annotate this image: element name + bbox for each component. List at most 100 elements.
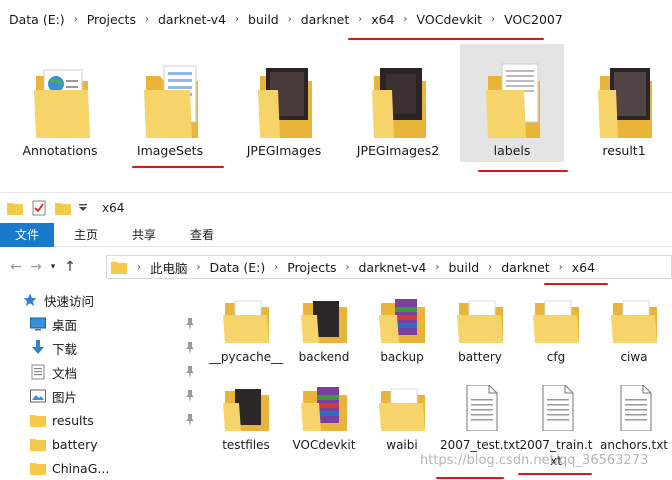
address-segment[interactable]: darknet-v4 xyxy=(355,260,429,275)
folder-item[interactable]: cfg xyxy=(516,297,596,387)
ribbon-tabs: 文件 主页 共享 查看 xyxy=(0,223,672,247)
chevron-right-icon[interactable]: › xyxy=(485,14,501,25)
chevron-right-icon[interactable]: › xyxy=(352,14,368,25)
sidebar-item-label: 图片 xyxy=(52,389,78,405)
breadcrumb-segment[interactable]: Projects xyxy=(84,12,139,27)
sidebar-item[interactable]: 图片 xyxy=(30,385,200,407)
file-label: testfiles xyxy=(222,438,270,452)
folder-icon xyxy=(223,300,269,343)
chevron-right-icon[interactable]: › xyxy=(139,14,155,25)
window-title: x64 xyxy=(102,201,125,215)
breadcrumb[interactable]: Data (E:) › Projects › darknet-v4 › build › dark… xyxy=(0,0,672,38)
new-folder-icon[interactable] xyxy=(54,199,72,217)
file-label: __pycache__ xyxy=(208,350,284,364)
folder-icon xyxy=(372,68,426,138)
chevron-right-icon[interactable]: › xyxy=(131,262,147,273)
chevron-right-icon[interactable]: › xyxy=(339,262,355,273)
breadcrumb-segment[interactable]: Data (E:) xyxy=(6,12,68,27)
sidebar-item[interactable]: 桌面 xyxy=(30,313,200,335)
sidebar-item[interactable]: 下载 xyxy=(30,337,200,359)
watermark: https://blog.csdn.net/qq_36563273 xyxy=(420,453,649,468)
folder-label: labels xyxy=(493,143,531,158)
chevron-right-icon[interactable]: › xyxy=(191,262,207,273)
address-segment[interactable]: build xyxy=(446,260,483,275)
sidebar-item[interactable]: 文档 xyxy=(30,361,200,383)
folder-item[interactable]: testfiles xyxy=(206,385,286,475)
folder-annotations[interactable]: Annotations xyxy=(8,44,112,162)
address-segment[interactable]: 此电脑 xyxy=(147,258,191,277)
breadcrumb-segment[interactable]: darknet-v4 xyxy=(155,12,229,27)
file-label: VOCdevkit xyxy=(292,438,356,452)
recent-locations-chevron-icon[interactable]: ▾ xyxy=(46,262,60,272)
address-segment[interactable]: Projects xyxy=(284,260,339,275)
sidebar-item[interactable]: battery xyxy=(30,433,200,455)
chevron-right-icon[interactable]: › xyxy=(553,262,569,273)
folder-item[interactable]: VOCdevkit xyxy=(284,385,364,475)
breadcrumb-segment[interactable]: VOC2007 xyxy=(501,12,566,27)
address-segment[interactable]: darknet xyxy=(498,260,553,275)
chevron-right-icon[interactable]: › xyxy=(282,14,298,25)
folder-label: result1 xyxy=(602,143,646,158)
back-arrow-icon[interactable]: ← xyxy=(6,259,26,275)
chevron-right-icon[interactable]: › xyxy=(268,262,284,273)
tab-home[interactable]: 主页 xyxy=(60,223,112,247)
text-file-icon xyxy=(542,385,574,431)
folder-icon xyxy=(301,301,347,343)
folder-icon[interactable] xyxy=(6,199,24,217)
chevron-right-icon[interactable]: › xyxy=(482,262,498,273)
folder-icon xyxy=(223,389,269,431)
sidebar-item[interactable]: results xyxy=(30,409,200,431)
folder-item[interactable]: backup xyxy=(362,297,442,387)
pin-icon xyxy=(184,389,196,403)
folder-icon xyxy=(34,69,90,138)
chevron-right-icon[interactable]: › xyxy=(68,14,84,25)
file-label: 2007_test.txt xyxy=(440,438,520,452)
tab-view[interactable]: 查看 xyxy=(176,223,228,247)
folder-imagesets[interactable]: ImageSets xyxy=(118,44,222,162)
address-segment[interactable]: Data (E:) xyxy=(207,260,269,275)
annotation-underline-labels xyxy=(478,170,568,172)
sidebar-item[interactable]: 快速访问 xyxy=(22,289,194,311)
sidebar-item[interactable]: ChinaG... xyxy=(30,457,200,479)
breadcrumb-segment[interactable]: darknet xyxy=(298,12,353,27)
sidebar-item-label: results xyxy=(52,412,94,428)
folder-icon xyxy=(611,300,657,343)
breadcrumb-segment[interactable]: VOCdevkit xyxy=(414,12,486,27)
folder-icon xyxy=(486,63,540,138)
folder-result1[interactable]: result1 xyxy=(572,44,672,162)
navigation-bar: ← → ▾ ↑ › 此电脑 › Data (E:) › Projects › darknet-… xyxy=(0,253,672,281)
folder-jpegimages2[interactable]: JPEGImages2 xyxy=(346,44,450,162)
desktop-icon xyxy=(30,316,46,332)
document-icon xyxy=(30,364,46,380)
folder-item[interactable]: ciwa xyxy=(594,297,672,387)
folder-item[interactable]: battery xyxy=(440,297,520,387)
annotation-underline-imagesets xyxy=(132,166,224,168)
tab-share[interactable]: 共享 xyxy=(118,223,170,247)
text-file-icon xyxy=(620,385,652,431)
folder-labels[interactable]: labels xyxy=(460,44,564,162)
address-segment[interactable]: x64 xyxy=(569,260,598,275)
chevron-right-icon[interactable]: › xyxy=(430,262,446,273)
breadcrumb-segment[interactable]: build xyxy=(245,12,282,27)
folder-jpegimages[interactable]: JPEGImages xyxy=(232,44,336,162)
chevron-right-icon[interactable]: › xyxy=(398,14,414,25)
properties-icon[interactable] xyxy=(30,199,48,217)
pin-icon xyxy=(184,341,196,355)
file-label: anchors.txt xyxy=(599,438,668,452)
folder-label: JPEGImages2 xyxy=(356,143,440,158)
address-bar[interactable]: › 此电脑 › Data (E:) › Projects › darknet-v4 › build… xyxy=(106,255,672,279)
file-label: waibi xyxy=(386,438,418,452)
forward-arrow-icon[interactable]: → xyxy=(26,259,46,275)
up-arrow-icon[interactable]: ↑ xyxy=(60,259,80,275)
customize-quick-access-icon[interactable] xyxy=(78,199,88,217)
folder-item[interactable]: __pycache__ xyxy=(206,297,286,387)
folder-icon xyxy=(301,387,347,431)
folder-icon xyxy=(30,436,46,452)
folder-icon xyxy=(598,68,652,138)
sidebar-item-label: 桌面 xyxy=(52,317,78,333)
tab-file[interactable]: 文件 xyxy=(0,223,54,247)
breadcrumb-segment[interactable]: x64 xyxy=(368,12,397,27)
folder-icon xyxy=(30,412,46,428)
chevron-right-icon[interactable]: › xyxy=(229,14,245,25)
folder-item[interactable]: backend xyxy=(284,297,364,387)
